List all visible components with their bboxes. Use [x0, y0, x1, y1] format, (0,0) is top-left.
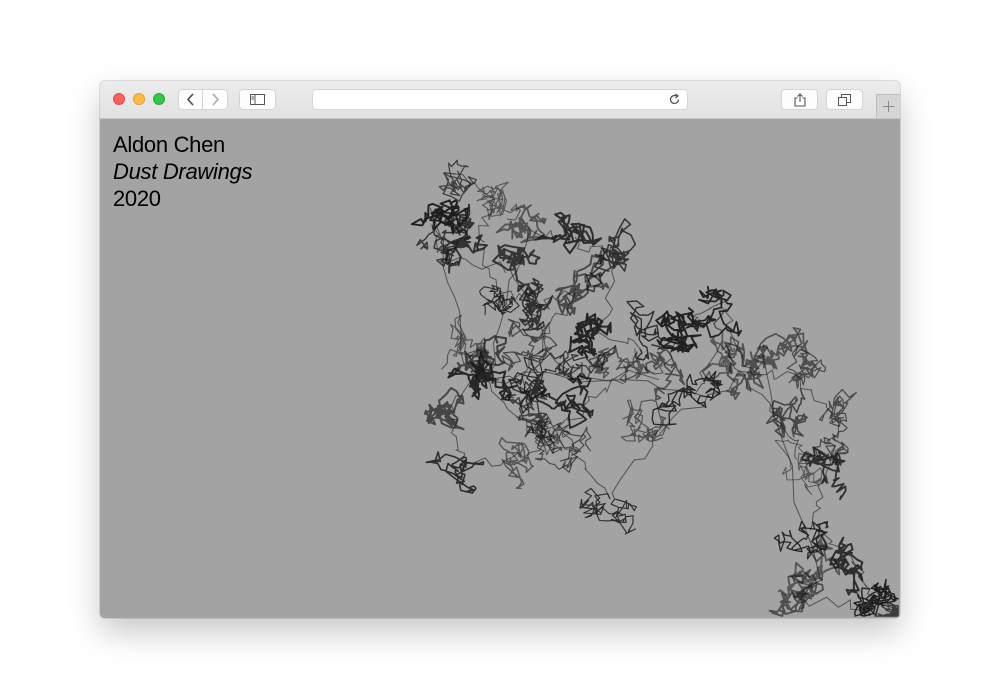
- tabs-overview-icon: [838, 93, 851, 106]
- dust-stroke-22: [643, 348, 686, 401]
- dust-stroke-23: [655, 306, 702, 353]
- dust-stroke-4: [478, 284, 520, 316]
- zoom-window-button[interactable]: [153, 93, 165, 105]
- dust-trail-36: [611, 428, 661, 499]
- artwork-info: Aldon Chen Dust Drawings 2020: [113, 131, 252, 212]
- dust-stroke-12: [498, 436, 534, 490]
- share-button[interactable]: [781, 89, 818, 110]
- browser-toolbar: [100, 81, 900, 119]
- dust-trail-17: [599, 262, 619, 330]
- share-icon: [793, 92, 806, 107]
- address-bar[interactable]: [312, 89, 688, 110]
- dust-stroke-24: [685, 285, 743, 339]
- close-window-button[interactable]: [113, 93, 125, 105]
- dust-stroke-1: [438, 159, 477, 202]
- artwork-year: 2020: [113, 186, 161, 211]
- dust-stroke-10: [423, 387, 465, 431]
- artwork-title: Dust Drawings: [113, 159, 253, 184]
- page-content: Aldon Chen Dust Drawings 2020: [100, 119, 900, 618]
- tabs-overview-button[interactable]: [826, 89, 863, 110]
- forward-button[interactable]: [203, 89, 228, 110]
- chevron-left-icon: [186, 93, 194, 106]
- minimize-window-button[interactable]: [133, 93, 145, 105]
- dust-stroke-16: [626, 300, 674, 361]
- dust-stroke-11: [425, 451, 485, 494]
- plus-icon: [883, 101, 894, 112]
- reload-icon[interactable]: [668, 93, 681, 106]
- back-button[interactable]: [178, 89, 203, 110]
- new-tab-button[interactable]: [876, 94, 900, 118]
- browser-window: Aldon Chen Dust Drawings 2020: [100, 81, 900, 618]
- dust-stroke-2: [476, 181, 521, 221]
- sidebar-button[interactable]: [239, 89, 276, 110]
- dust-trail-16: [594, 332, 641, 350]
- dust-stroke-36: [620, 399, 670, 443]
- sidebar-icon: [250, 94, 265, 105]
- artist-name: Aldon Chen: [113, 132, 225, 157]
- chevron-right-icon: [211, 93, 219, 106]
